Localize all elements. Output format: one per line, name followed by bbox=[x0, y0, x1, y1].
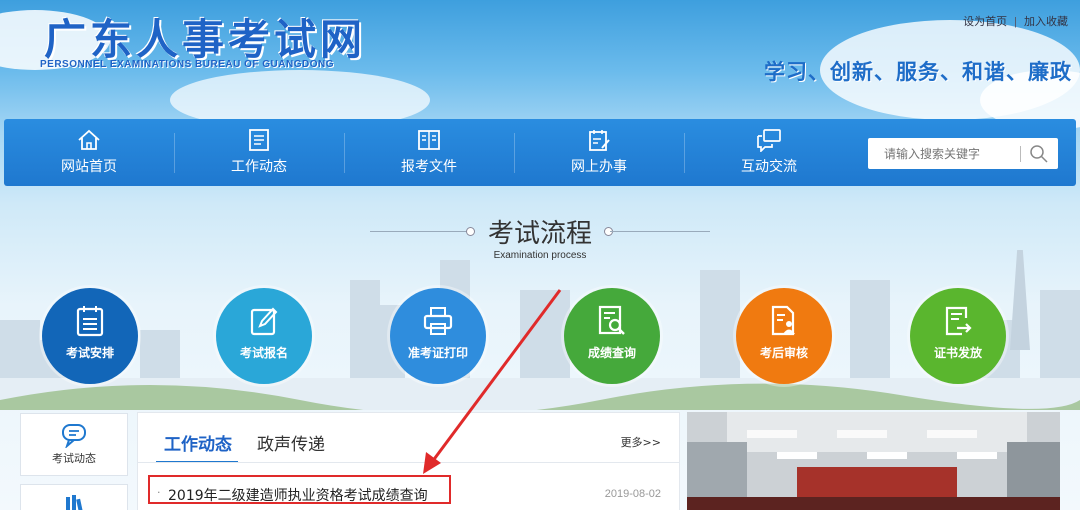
document-search-icon bbox=[598, 305, 625, 335]
nav-item-home[interactable]: 网站首页 bbox=[4, 119, 174, 186]
search-icon[interactable] bbox=[1028, 143, 1050, 165]
link-separator: | bbox=[1014, 16, 1017, 28]
chat-icon bbox=[62, 424, 86, 448]
add-favorite-link[interactable]: 加入收藏 bbox=[1024, 16, 1068, 28]
tab-work-news[interactable]: 工作动态 bbox=[164, 430, 232, 455]
tabs-divider bbox=[138, 462, 679, 463]
step-label: 证书发放 bbox=[933, 346, 982, 360]
step-exam-schedule[interactable]: 考试安排 bbox=[42, 288, 138, 384]
conference-room-image bbox=[687, 412, 1060, 510]
process-title: 考试流程 bbox=[487, 219, 592, 249]
nav-item-label: 工作动态 bbox=[231, 159, 287, 175]
nav-item-label: 网站首页 bbox=[61, 159, 117, 175]
step-label: 成绩查询 bbox=[587, 346, 636, 360]
highlight-box bbox=[148, 475, 451, 504]
process-subtitle: Examination process bbox=[493, 250, 587, 261]
step-exam-registration[interactable]: 考试报名 bbox=[216, 288, 312, 384]
heading-line-right bbox=[610, 231, 710, 232]
clipboard-pen-icon bbox=[589, 130, 610, 151]
top-links: 设为首页 | 加入收藏 bbox=[963, 13, 1068, 29]
step-label: 考后审核 bbox=[759, 346, 808, 360]
step-post-exam-review[interactable]: 考后审核 bbox=[736, 288, 832, 384]
calendar-icon bbox=[76, 306, 104, 337]
edit-form-icon bbox=[250, 307, 278, 336]
news-photo[interactable] bbox=[687, 412, 1060, 510]
step-score-query[interactable]: 成绩查询 bbox=[564, 288, 660, 384]
nav-item-label: 互动交流 bbox=[741, 159, 797, 175]
nav-item-interaction[interactable]: 互动交流 bbox=[684, 119, 854, 186]
search-box bbox=[868, 138, 1058, 169]
home-icon bbox=[78, 129, 100, 150]
printer-icon bbox=[423, 307, 453, 335]
nav-item-work-news[interactable]: 工作动态 bbox=[174, 119, 344, 186]
step-label: 考试安排 bbox=[65, 346, 114, 360]
document-user-icon bbox=[771, 305, 795, 336]
search-divider bbox=[1020, 146, 1021, 162]
nav-item-label: 报考文件 bbox=[401, 159, 457, 175]
step-admission-print[interactable]: 准考证打印 bbox=[390, 288, 486, 384]
nav-item-exam-files[interactable]: 报考文件 bbox=[344, 119, 514, 186]
site-title[interactable]: 广东人事考试网 bbox=[44, 6, 366, 67]
set-homepage-link[interactable]: 设为首页 bbox=[963, 16, 1007, 28]
tab-government-news[interactable]: 政声传递 bbox=[257, 430, 325, 455]
sidebar-item-exam-news[interactable]: 考试动态 bbox=[20, 413, 128, 476]
news-item-date: 2019-08-02 bbox=[604, 488, 661, 500]
document-send-icon bbox=[945, 306, 972, 336]
slogan: 学习、创新、服务、和谐、廉政 bbox=[764, 60, 1072, 84]
open-book-icon bbox=[418, 130, 440, 150]
chat-bubbles-icon bbox=[757, 129, 781, 152]
site-subtitle: PERSONNEL EXAMINATIONS BUREAU OF GUANGDO… bbox=[40, 59, 334, 70]
books-icon bbox=[66, 495, 84, 510]
nav-item-label: 网上办事 bbox=[571, 159, 627, 175]
sidebar-item-label: 考试动态 bbox=[52, 452, 96, 465]
step-label: 准考证打印 bbox=[407, 346, 468, 360]
step-certificate-issue[interactable]: 证书发放 bbox=[910, 288, 1006, 384]
nav-item-online-service[interactable]: 网上办事 bbox=[514, 119, 684, 186]
more-link[interactable]: 更多>> bbox=[621, 434, 661, 450]
document-list-icon bbox=[249, 129, 269, 151]
step-label: 考试报名 bbox=[239, 346, 288, 360]
sidebar-item[interactable] bbox=[20, 484, 128, 510]
search-input[interactable] bbox=[868, 138, 1018, 169]
